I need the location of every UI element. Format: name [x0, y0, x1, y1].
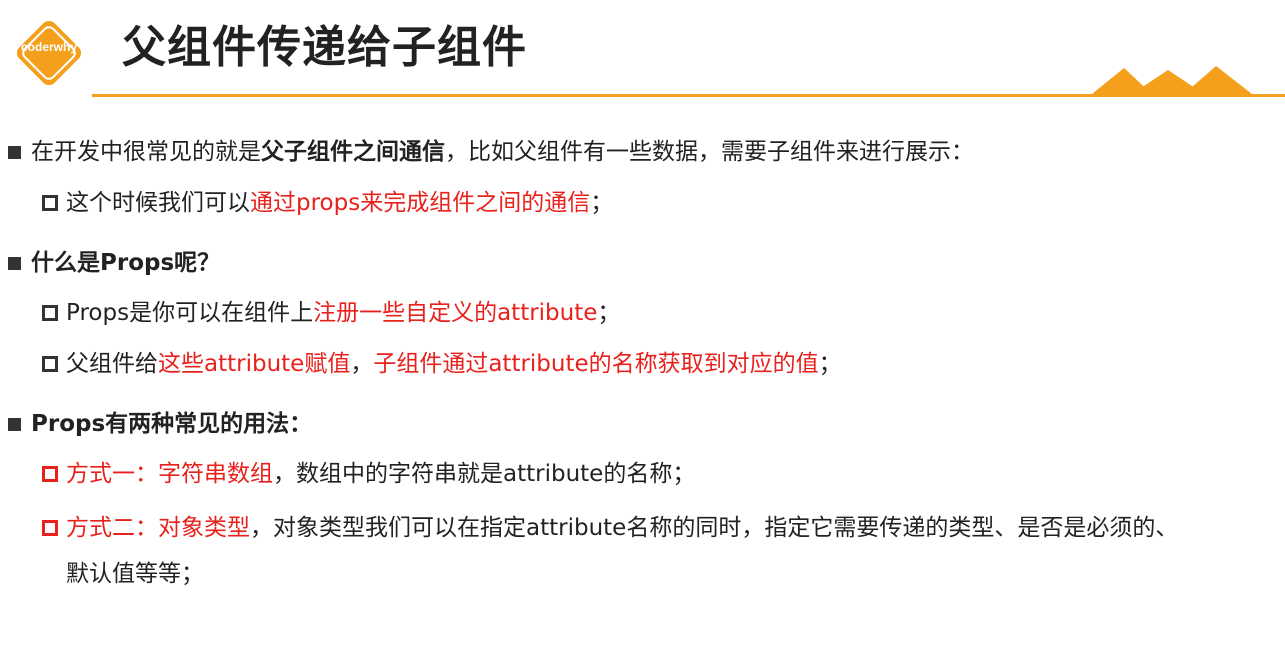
list-item: Props有两种常见的用法： — [8, 408, 312, 440]
text: ， — [350, 351, 374, 377]
square-bullet-icon — [8, 145, 21, 159]
hollow-square-bullet-icon — [42, 356, 58, 372]
list-item-continuation: 默认值等等； — [66, 561, 204, 587]
highlight-text: 子组件通过attribute的名称获取到对应的值 — [373, 351, 819, 377]
list-item: 方式一：字符串数组 ，数组中的字符串就是attribute的名称； — [42, 458, 695, 490]
list-item: Props是你可以在组件上 注册一些自定义的attribute ； — [42, 297, 620, 329]
hollow-square-bullet-icon — [42, 520, 58, 536]
text: ； — [590, 190, 614, 216]
hollow-square-bullet-icon — [42, 466, 58, 482]
list-item: 什么是Props呢？ — [8, 247, 220, 279]
page-title: 父组件传递给子组件 — [122, 22, 527, 73]
text: ，比如父组件有一些数据，需要子组件来进行展示： — [445, 139, 974, 165]
text: 在开发中很常见的就是 — [31, 139, 261, 165]
highlight-text: 方式二：对象类型 — [66, 515, 250, 541]
list-item: 这个时候我们可以 通过props来完成组件之间的通信 ； — [42, 187, 613, 219]
list-item: 方式二：对象类型 ，对象类型我们可以在指定attribute名称的同时，指定它需… — [42, 512, 1178, 544]
list-item: 在开发中很常见的就是 父子组件之间通信 ，比如父组件有一些数据，需要子组件来进行… — [8, 136, 974, 168]
highlight-text: 方式一：字符串数组 — [66, 461, 273, 487]
text: ，数组中的字符串就是attribute的名称； — [273, 461, 696, 487]
text: Props是你可以在组件上 — [66, 300, 314, 326]
square-bullet-icon — [8, 417, 21, 431]
text: 父组件给 — [66, 351, 158, 377]
text: ； — [597, 300, 621, 326]
bold-text: 父子组件之间通信 — [261, 139, 445, 165]
square-bullet-icon — [8, 256, 21, 270]
list-item: 父组件给 这些attribute赋值 ， 子组件通过attribute的名称获取… — [42, 348, 842, 380]
hollow-square-bullet-icon — [42, 195, 58, 211]
logo-text: coderwhy — [20, 40, 77, 54]
highlight-text: 注册一些自定义的attribute — [313, 300, 598, 326]
hollow-square-bullet-icon — [42, 305, 58, 321]
coderwhy-logo: coderwhy — [8, 12, 90, 94]
highlight-text: 通过props来完成组件之间的通信 — [250, 190, 591, 216]
bold-text: Props有两种常见的用法： — [31, 411, 313, 437]
header-divider — [92, 94, 1285, 97]
mountains-decoration-icon — [1092, 66, 1252, 94]
bold-text: 什么是Props呢？ — [31, 250, 221, 276]
text: ； — [818, 351, 842, 377]
text: ，对象类型我们可以在指定attribute名称的同时，指定它需要传递的类型、是否… — [250, 515, 1179, 541]
text: 这个时候我们可以 — [66, 190, 250, 216]
highlight-text: 这些attribute赋值 — [158, 351, 351, 377]
